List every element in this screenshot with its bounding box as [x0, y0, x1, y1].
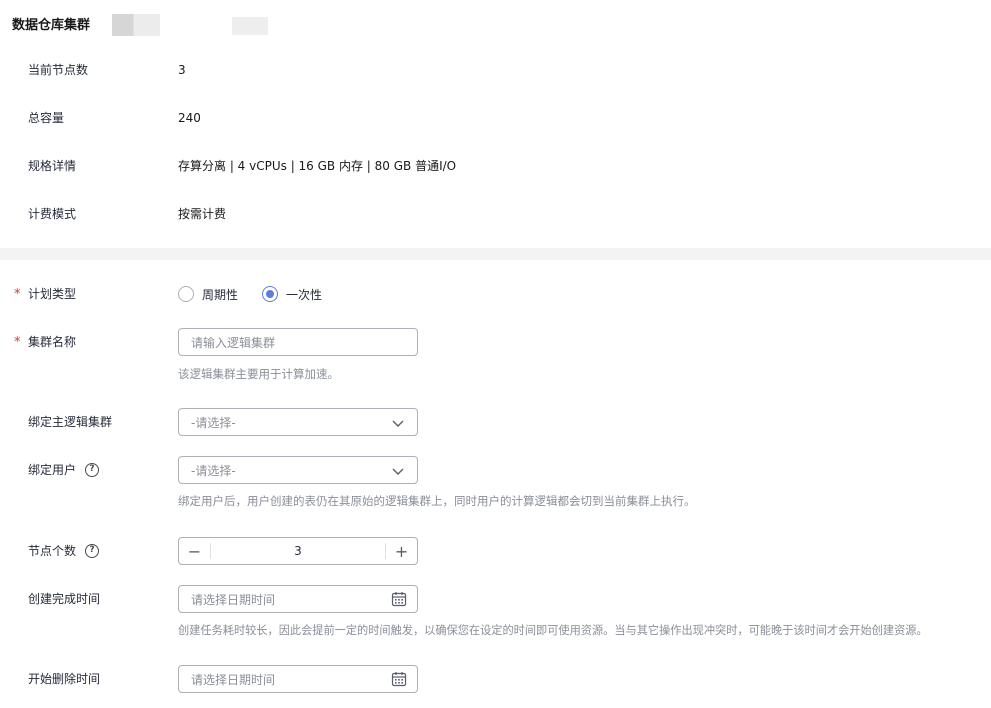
create-time-picker[interactable]: 请选择日期时间 [178, 585, 418, 613]
cluster-name-hint: 该逻辑集群主要用于计算加速。 [178, 367, 339, 381]
page-title: 数据仓库集群 [12, 18, 91, 33]
cluster-name-placeholder: 请输入逻辑集群 [191, 335, 276, 350]
info-label: 总容量 [28, 111, 65, 125]
radio-periodic-label: 周期性 [202, 287, 239, 302]
delete-time-label: 开始删除时间 [28, 672, 101, 686]
node-count-label: 节点个数 ? [28, 541, 100, 561]
calendar-icon[interactable] [391, 671, 407, 687]
info-value: 3 [178, 63, 186, 77]
masked-cluster-name [112, 14, 160, 36]
decrement-button[interactable]: − [179, 542, 211, 561]
bind-user-label: 绑定用户 ? [28, 460, 100, 480]
bind-user-select[interactable]: -请选择- [178, 456, 418, 484]
node-count-value[interactable]: 3 [211, 544, 385, 558]
increment-button[interactable]: + [385, 542, 417, 561]
create-time-label: 创建完成时间 [28, 592, 101, 606]
required-mark: * [14, 335, 21, 350]
info-value: 存算分离 | 4 vCPUs | 16 GB 内存 | 80 GB 普通I/O [178, 159, 457, 173]
delete-time-placeholder: 请选择日期时间 [191, 672, 276, 687]
section-divider [0, 248, 991, 260]
bind-user-hint: 绑定用户后，用户创建的表仍在其原始的逻辑集群上，同时用户的计算逻辑都会切到当前集… [178, 494, 696, 508]
plan-type-label: 计划类型 [28, 287, 77, 301]
node-count-label-text: 节点个数 [28, 544, 77, 558]
radio-periodic[interactable]: 周期性 [178, 286, 238, 303]
bind-main-cluster-label: 绑定主逻辑集群 [28, 415, 113, 429]
node-count-stepper: − 3 + [178, 537, 418, 565]
cluster-name-label: 集群名称 [28, 335, 77, 349]
info-label: 规格详情 [28, 159, 77, 173]
info-label: 当前节点数 [28, 63, 89, 77]
bind-main-cluster-select[interactable]: -请选择- [178, 408, 418, 436]
delete-time-picker[interactable]: 请选择日期时间 [178, 665, 418, 693]
bind-user-placeholder: -请选择- [191, 463, 236, 478]
chevron-down-icon [392, 468, 404, 475]
bind-main-cluster-placeholder: -请选择- [191, 415, 236, 430]
calendar-icon[interactable] [391, 591, 407, 607]
cluster-name-input[interactable]: 请输入逻辑集群 [178, 328, 418, 356]
plan-type-radio-group: 周期性 一次性 [178, 284, 346, 304]
chevron-down-icon [392, 420, 404, 427]
info-value: 按需计费 [178, 207, 227, 221]
help-icon[interactable]: ? [85, 463, 100, 477]
radio-one-time-label: 一次性 [286, 287, 323, 302]
radio-periodic-circle[interactable] [178, 286, 194, 302]
bind-user-label-text: 绑定用户 [28, 463, 77, 477]
create-time-placeholder: 请选择日期时间 [191, 592, 276, 607]
radio-one-time-circle[interactable] [262, 286, 279, 302]
create-time-hint: 创建任务耗时较长，因此会提前一定的时间触发，以确保您在设定的时间即可使用资源。当… [178, 624, 928, 637]
required-mark: * [14, 287, 21, 302]
info-label: 计费模式 [28, 207, 77, 221]
help-icon[interactable]: ? [85, 544, 100, 558]
radio-one-time[interactable]: 一次性 [262, 286, 322, 303]
info-value: 240 [178, 111, 201, 125]
masked-cluster-id [232, 17, 268, 35]
